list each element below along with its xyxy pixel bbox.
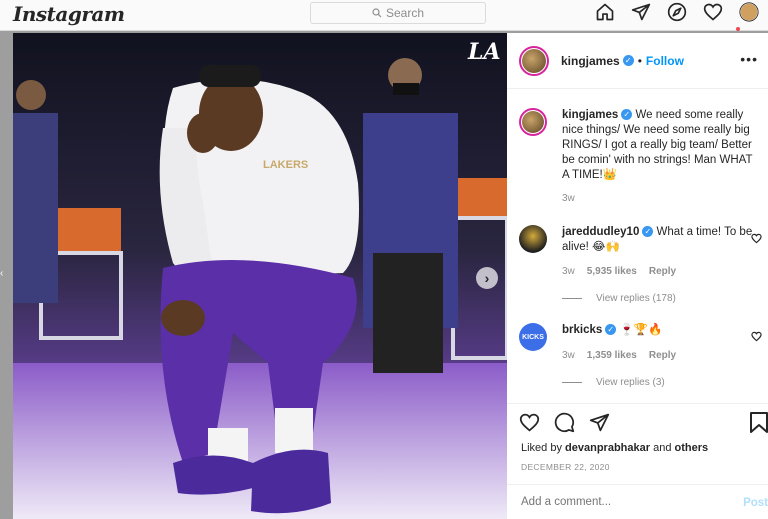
replies-divider-line — [562, 298, 582, 299]
direct-icon[interactable] — [630, 1, 652, 23]
commenter-username[interactable]: jareddudley10 — [562, 226, 639, 238]
caption-username[interactable]: kingjames — [562, 109, 618, 121]
previous-post-arrow[interactable]: ‹ — [0, 268, 6, 282]
comment-time[interactable]: 3w — [562, 350, 575, 361]
search-icon — [372, 8, 382, 18]
svg-text:LAKERS: LAKERS — [263, 159, 308, 171]
add-comment-bar: Post — [507, 484, 768, 519]
verified-badge-icon: ✓ — [642, 226, 654, 238]
liked-by-others[interactable]: others — [675, 442, 709, 454]
liked-by-user[interactable]: devanprabhakar — [565, 442, 650, 454]
like-comment-heart-icon[interactable] — [751, 331, 762, 342]
search-input[interactable]: Search — [310, 2, 486, 24]
commenter-avatar[interactable] — [519, 225, 547, 253]
commenter-avatar[interactable]: KICKS — [519, 323, 547, 351]
post-panel: kingjames ✓ • Follow ••• kingjames ✓ We n… — [507, 33, 768, 519]
post-actions: Liked by devanprabhakar and others DECEM… — [507, 403, 768, 519]
follow-button[interactable]: Follow — [646, 54, 684, 68]
comment-likes[interactable]: 1,359 likes — [587, 350, 637, 361]
view-replies-button[interactable]: View replies (3) — [562, 377, 665, 388]
post-comment-button[interactable]: Post — [743, 497, 768, 509]
liked-by-prefix: Liked by — [521, 442, 562, 454]
explore-icon[interactable] — [666, 1, 688, 23]
caption-author-avatar[interactable] — [519, 108, 547, 136]
view-replies-label: View replies (178) — [596, 293, 676, 304]
like-heart-icon[interactable] — [519, 412, 540, 433]
like-comment-heart-icon[interactable] — [751, 233, 762, 244]
more-options-icon[interactable]: ••• — [740, 51, 758, 67]
author-username[interactable]: kingjames — [561, 54, 620, 68]
author-avatar[interactable] — [519, 45, 549, 76]
post-date[interactable]: DECEMBER 22, 2020 — [521, 462, 610, 472]
activity-icon[interactable] — [702, 1, 724, 23]
reply-button[interactable]: Reply — [649, 266, 676, 277]
post-photo[interactable]: LAKERS LA — [13, 33, 507, 519]
comment-likes[interactable]: 5,935 likes — [587, 266, 637, 277]
verified-badge-icon: ✓ — [622, 55, 634, 66]
comment-text: 🍷🏆🔥 — [619, 324, 663, 336]
profile-icon[interactable] — [738, 1, 760, 23]
liked-by-and: and — [653, 442, 672, 454]
share-direct-icon[interactable] — [589, 412, 610, 433]
instagram-logo[interactable]: Instagram — [13, 2, 125, 26]
reply-button[interactable]: Reply — [649, 350, 676, 361]
save-bookmark-icon[interactable] — [750, 412, 768, 433]
verified-badge-icon: ✓ — [605, 324, 617, 336]
liked-by-line: Liked by devanprabhakar and others — [521, 442, 708, 454]
activity-notification-dot — [736, 27, 740, 31]
caption-time[interactable]: 3w — [562, 193, 575, 204]
add-comment-input[interactable] — [521, 496, 721, 508]
separator-dot: • — [637, 53, 642, 68]
verified-badge-icon: ✓ — [621, 109, 633, 121]
comments-list[interactable]: kingjames ✓ We need some really nice thin… — [507, 90, 768, 403]
lakers-la-logo: LA — [468, 39, 501, 65]
replies-divider-line — [562, 382, 582, 383]
next-photo-button[interactable]: › — [476, 267, 498, 289]
commenter-username[interactable]: brkicks — [562, 324, 602, 336]
search-placeholder: Search — [385, 6, 425, 20]
view-replies-label: View replies (3) — [596, 377, 665, 388]
view-replies-button[interactable]: View replies (178) — [562, 293, 676, 304]
home-icon[interactable] — [594, 1, 616, 23]
comment-bubble-icon[interactable] — [554, 412, 575, 433]
comment-time[interactable]: 3w — [562, 266, 575, 277]
post-header: kingjames ✓ • Follow ••• — [507, 33, 768, 89]
top-nav-bar: Instagram Search — [0, 0, 768, 31]
